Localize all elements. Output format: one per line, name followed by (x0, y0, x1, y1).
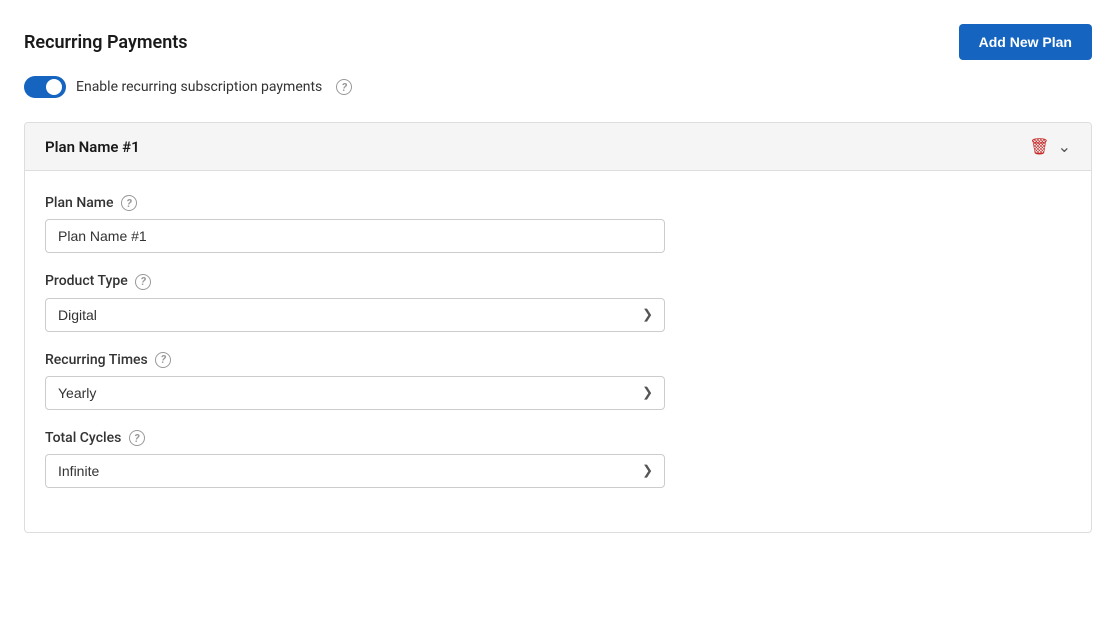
recurring-times-select-wrapper: Daily Weekly Monthly Yearly ❯ (45, 376, 665, 410)
product-type-select-wrapper: Digital Physical Service ❯ (45, 298, 665, 332)
page-header: Recurring Payments Add New Plan (24, 24, 1092, 60)
total-cycles-help-icon[interactable]: ? (129, 430, 145, 446)
plan-name-label: Plan Name ? (45, 195, 1071, 211)
plan-name-help-icon[interactable]: ? (121, 195, 137, 211)
toggle-row: Enable recurring subscription payments ? (24, 76, 1092, 98)
add-new-plan-button[interactable]: Add New Plan (959, 24, 1092, 60)
recurring-payments-toggle[interactable] (24, 76, 66, 98)
recurring-times-label: Recurring Times ? (45, 352, 1071, 368)
plan-name-input[interactable] (45, 219, 665, 253)
total-cycles-select-wrapper: Infinite 1 2 3 6 12 ❯ (45, 454, 665, 488)
toggle-help-icon[interactable]: ? (336, 79, 352, 95)
plan-card: Plan Name #1 🗑 ⌄ Plan Name ? Product Typ… (24, 122, 1092, 533)
total-cycles-group: Total Cycles ? Infinite 1 2 3 6 12 ❯ (45, 430, 1071, 488)
plan-card-body: Plan Name ? Product Type ? Digital Physi… (25, 171, 1091, 532)
total-cycles-select[interactable]: Infinite 1 2 3 6 12 (45, 454, 665, 488)
product-type-select[interactable]: Digital Physical Service (45, 298, 665, 332)
plan-name-group: Plan Name ? (45, 195, 1071, 253)
page-title: Recurring Payments (24, 32, 188, 53)
toggle-slider (24, 76, 66, 98)
delete-plan-icon[interactable]: 🗑 (1029, 137, 1049, 156)
product-type-help-icon[interactable]: ? (135, 274, 151, 290)
collapse-plan-icon[interactable]: ⌄ (1058, 137, 1071, 156)
toggle-label: Enable recurring subscription payments (76, 79, 322, 95)
plan-card-title: Plan Name #1 (45, 138, 140, 156)
recurring-times-help-icon[interactable]: ? (155, 352, 171, 368)
plan-card-header: Plan Name #1 🗑 ⌄ (25, 123, 1091, 171)
recurring-times-group: Recurring Times ? Daily Weekly Monthly Y… (45, 352, 1071, 410)
recurring-times-select[interactable]: Daily Weekly Monthly Yearly (45, 376, 665, 410)
total-cycles-label: Total Cycles ? (45, 430, 1071, 446)
product-type-group: Product Type ? Digital Physical Service … (45, 273, 1071, 331)
product-type-label: Product Type ? (45, 273, 1071, 289)
plan-card-actions: 🗑 ⌄ (1029, 137, 1071, 156)
